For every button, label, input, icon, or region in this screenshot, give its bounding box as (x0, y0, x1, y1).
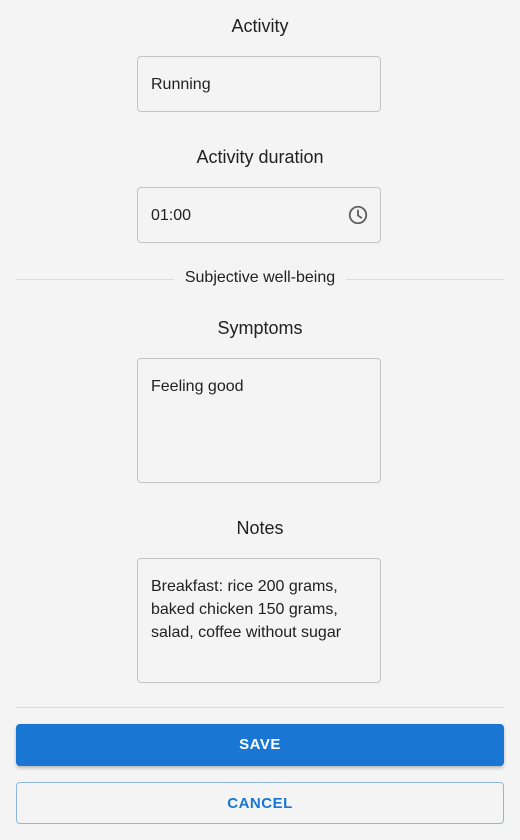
activity-duration-value[interactable]: 01:00 (151, 204, 191, 227)
cancel-button[interactable]: CANCEL (16, 782, 504, 824)
activity-duration-label: Activity duration (196, 147, 324, 167)
symptoms-value[interactable]: Feeling good (151, 375, 244, 398)
symptoms-field[interactable]: Feeling good (137, 358, 381, 483)
clock-icon[interactable] (347, 204, 369, 226)
save-button[interactable]: SAVE (16, 724, 504, 766)
symptoms-label: Symptoms (217, 318, 303, 338)
activity-label: Activity (231, 16, 289, 36)
notes-label: Notes (236, 518, 284, 538)
wellbeing-divider-label: Subjective well-being (184, 269, 336, 286)
activity-value[interactable]: Running (151, 73, 211, 96)
activity-field[interactable]: Running (137, 56, 381, 112)
activity-duration-field[interactable]: 01:00 (137, 187, 381, 243)
actions-divider (16, 707, 504, 708)
notes-field[interactable]: Breakfast: rice 200 grams, baked chicken… (137, 558, 381, 683)
notes-value[interactable]: Breakfast: rice 200 grams, baked chicken… (151, 575, 341, 644)
